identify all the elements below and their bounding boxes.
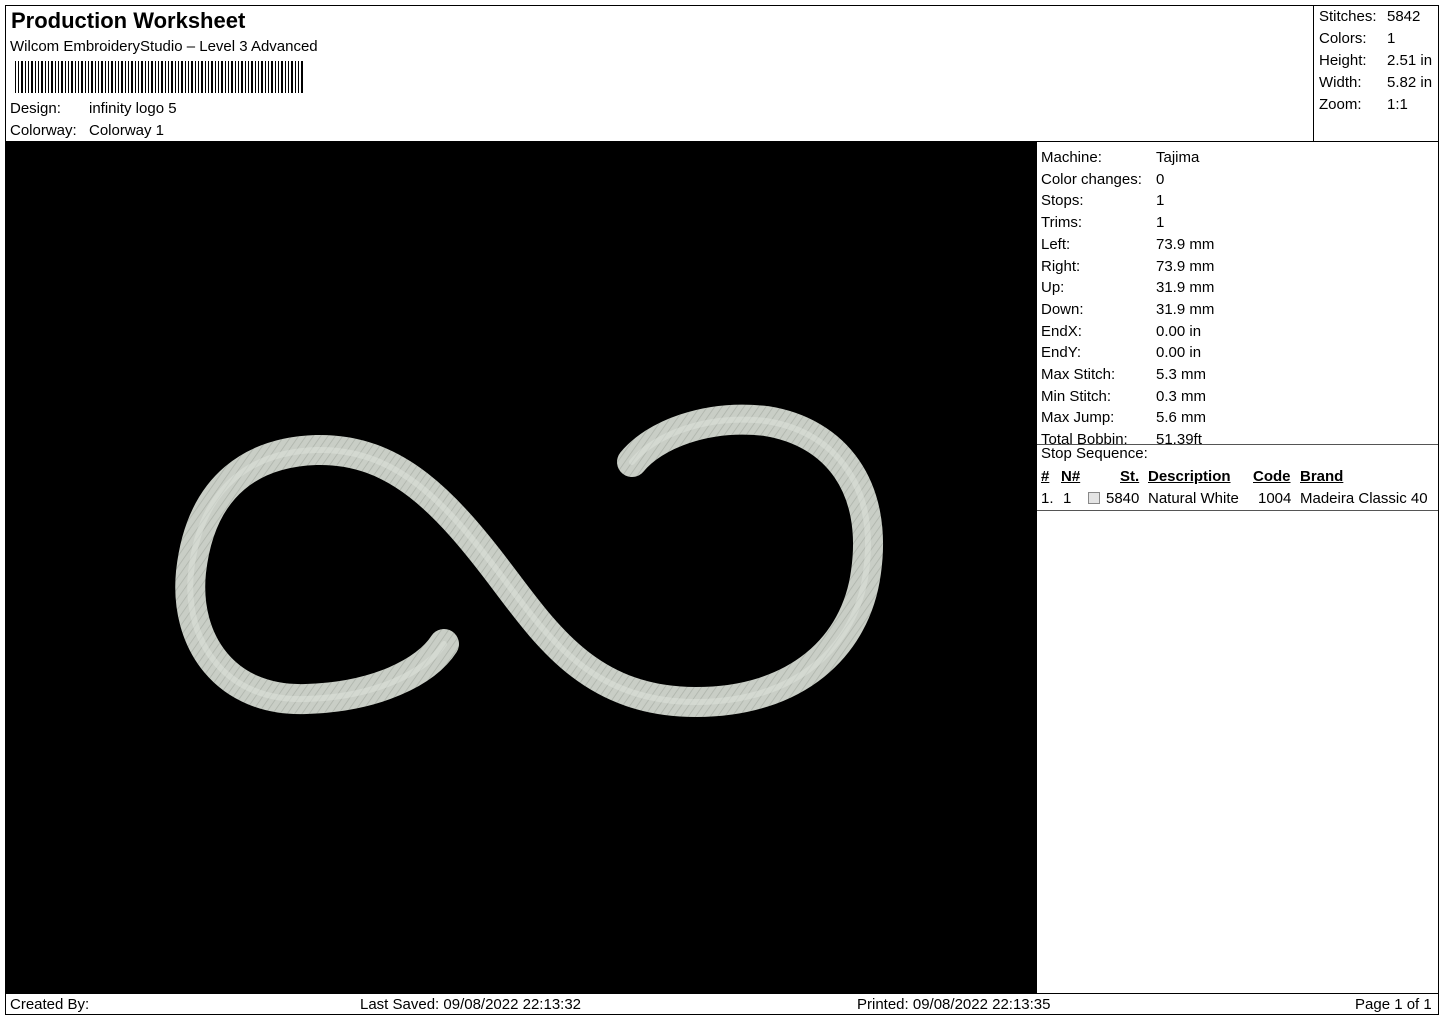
- property-row: Max Stitch: 5.3 mm: [1041, 366, 1206, 383]
- property-value: 0: [1156, 170, 1165, 188]
- row-needle: 1: [1063, 490, 1072, 507]
- divider: [1037, 510, 1438, 511]
- property-label: Machine:: [1041, 149, 1102, 166]
- property-label: EndY:: [1041, 344, 1082, 362]
- property-value: 1: [1156, 214, 1165, 232]
- property-label: Down:: [1041, 300, 1084, 318]
- property-label: Max Stitch:: [1041, 366, 1116, 383]
- worksheet-footer: Created By: Last Saved: 09/08/2022 22:13…: [6, 993, 1438, 1014]
- summary-row-width: Width: 5.82 in: [1319, 74, 1433, 91]
- property-label: Up:: [1041, 279, 1065, 297]
- property-row: EndX: 0.00 in: [1041, 323, 1201, 340]
- property-value: 51.39ft: [1156, 431, 1202, 449]
- printed-date: Printed: 09/08/2022 22:13:35: [857, 996, 1051, 1013]
- summary-row-zoom: Zoom: 1:1: [1319, 96, 1408, 113]
- property-value: 31.9 mm: [1156, 300, 1215, 318]
- property-row: Trims: 1: [1041, 214, 1164, 231]
- property-value: 0.00 in: [1156, 344, 1202, 362]
- property-label: Stops:: [1041, 192, 1084, 210]
- property-row: Color changes: 0: [1041, 171, 1164, 188]
- property-row: Right: 73.9 mm: [1041, 258, 1214, 275]
- property-value: 5.3 mm: [1156, 366, 1207, 383]
- design-name-row: Design: infinity logo 5: [10, 100, 177, 117]
- property-label: Left:: [1041, 235, 1071, 253]
- property-label: Max Jump:: [1041, 409, 1115, 427]
- page-title: Production Worksheet: [11, 8, 246, 33]
- property-label: Right:: [1041, 257, 1081, 275]
- property-value: 73.9 mm: [1156, 257, 1215, 275]
- summary-row-stitches: Stitches: 5842: [1319, 8, 1421, 25]
- property-value: 73.9 mm: [1156, 235, 1215, 253]
- design-label: Design:: [10, 100, 61, 117]
- infinity-design-icon: [175, 404, 884, 718]
- design-preview: [6, 142, 1036, 993]
- property-row: Stops: 1: [1041, 192, 1164, 209]
- worksheet-frame: Production Worksheet Wilcom EmbroiderySt…: [5, 5, 1439, 1015]
- worksheet-header: Production Worksheet Wilcom EmbroiderySt…: [6, 6, 1314, 142]
- color-swatch: [1088, 492, 1100, 504]
- col-num: #: [1041, 468, 1050, 485]
- col-description: Description: [1148, 468, 1231, 485]
- created-by: Created By:: [10, 996, 90, 1013]
- row-brand: Madeira Classic 40: [1300, 490, 1428, 507]
- software-name: Wilcom EmbroideryStudio – Level 3 Advanc…: [10, 38, 318, 55]
- summary-panel: Stitches: 5842 Colors: 1 Height: 2.51 in Wi…: [1314, 6, 1438, 142]
- property-row: Up: 31.9 mm: [1041, 279, 1214, 296]
- col-stitches: St.: [1120, 468, 1140, 485]
- property-row: Left: 73.9 mm: [1041, 236, 1214, 253]
- page-number: Page 1 of 1: [1355, 996, 1432, 1013]
- property-row: EndY: 0.00 in: [1041, 344, 1201, 361]
- property-value: Tajima: [1156, 149, 1200, 166]
- property-value: 1: [1156, 192, 1165, 210]
- design-value: infinity logo 5: [89, 100, 177, 117]
- colorway-row: Colorway: Colorway 1: [10, 122, 164, 139]
- stop-sequence-title: Stop Sequence:: [1041, 445, 1148, 462]
- row-description: Natural White: [1148, 490, 1239, 507]
- property-value: 0.3 mm: [1156, 387, 1207, 405]
- barcode-icon: [15, 61, 303, 93]
- summary-row-colors: Colors: 1: [1319, 30, 1396, 47]
- property-label: Min Stitch:: [1041, 387, 1112, 405]
- col-brand: Brand: [1300, 468, 1344, 485]
- row-code: 1004: [1258, 490, 1292, 507]
- colorway-label: Colorway:: [10, 122, 77, 139]
- row-stitches: 5840: [1106, 490, 1140, 507]
- property-row: Machine: Tajima: [1041, 149, 1199, 166]
- properties-panel: Machine: Tajima Color changes: 0 Stops: 1 Trim…: [1036, 142, 1438, 993]
- property-label: EndX:: [1041, 322, 1082, 340]
- col-needle: N#: [1061, 468, 1081, 485]
- property-label: Trims:: [1041, 214, 1083, 232]
- infinity-stroke: [175, 404, 884, 718]
- row-num: 1.: [1041, 490, 1054, 507]
- property-value: 0.00 in: [1156, 322, 1202, 340]
- last-saved: Last Saved: 09/08/2022 22:13:32: [360, 996, 582, 1013]
- summary-row-height: Height: 2.51 in: [1319, 52, 1433, 69]
- colorway-value: Colorway 1: [89, 122, 165, 139]
- property-row: Min Stitch: 0.3 mm: [1041, 388, 1206, 405]
- col-code: Code: [1253, 468, 1291, 485]
- property-value: 5.6 mm: [1156, 409, 1207, 427]
- property-value: 31.9 mm: [1156, 279, 1215, 297]
- property-label: Color changes:: [1041, 170, 1142, 188]
- property-row: Down: 31.9 mm: [1041, 301, 1214, 318]
- property-row: Max Jump: 5.6 mm: [1041, 409, 1206, 426]
